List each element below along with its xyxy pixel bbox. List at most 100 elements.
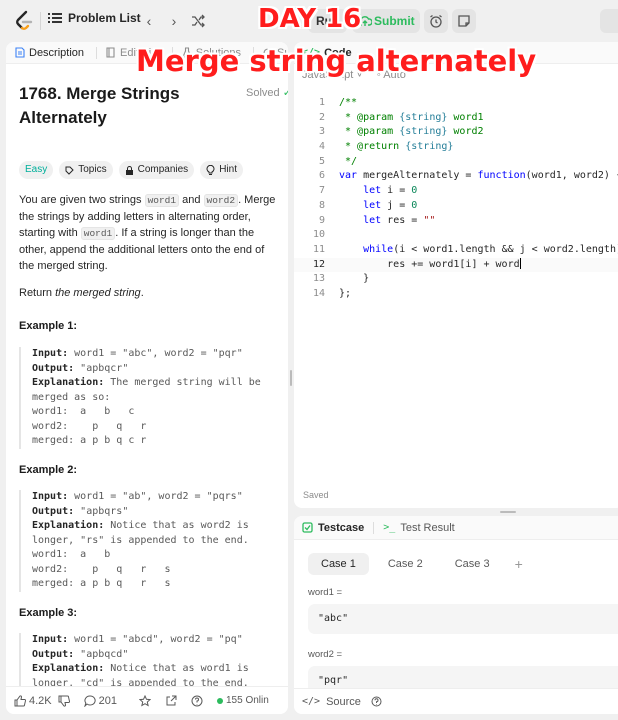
companies-tag[interactable]: Companies bbox=[118, 161, 195, 179]
note-icon bbox=[458, 15, 470, 27]
hint-label: Hint bbox=[219, 164, 237, 175]
code-text: res += word1[i] + word bbox=[339, 258, 521, 270]
description-paragraph: You are given two strings word1 and word… bbox=[19, 192, 281, 274]
shuffle-icon[interactable] bbox=[191, 14, 205, 28]
checkbox-icon bbox=[302, 522, 313, 533]
companies-label: Companies bbox=[137, 164, 189, 175]
submit-button[interactable]: Submit bbox=[352, 9, 420, 33]
code-editor[interactable]: 1 /** 2 * @param {string} word1 3 * @para… bbox=[294, 96, 618, 302]
testcase-footer: </> Source bbox=[294, 688, 618, 714]
output-label: Output: bbox=[32, 362, 75, 374]
tab-description-label: Description bbox=[29, 46, 85, 59]
line-number: 4 bbox=[318, 141, 325, 153]
example-block: Input: word1 = "ab", word2 = "pqrs" Outp… bbox=[19, 490, 281, 592]
thumbs-down-icon bbox=[58, 695, 70, 707]
nav-divider bbox=[40, 12, 41, 30]
description-content: 1768. Merge Strings Alternately Solved ✓… bbox=[6, 64, 288, 686]
desc-text: Return bbox=[19, 287, 56, 299]
solved-status: Solved ✓ bbox=[246, 86, 288, 99]
code-line: 2 * @param {string} word1 bbox=[294, 111, 618, 126]
testcase-panel: Testcase >_ Test Result Case 1 Case 2 Ca… bbox=[294, 516, 618, 714]
code-text: while(i < word1.length && j < word2.leng… bbox=[363, 243, 618, 255]
next-problem-icon[interactable]: › bbox=[167, 13, 181, 29]
favorite-button[interactable] bbox=[139, 694, 151, 707]
line-number: 6 bbox=[318, 170, 325, 182]
tab-test-result[interactable]: >_ Test Result bbox=[383, 522, 454, 534]
comments-button[interactable]: 201 bbox=[83, 694, 117, 707]
output-label: Output: bbox=[32, 505, 75, 517]
inline-code: word1 bbox=[80, 227, 116, 240]
case-tab[interactable]: Case 1 bbox=[308, 553, 369, 575]
comment-icon bbox=[83, 694, 96, 707]
code-text: } bbox=[339, 273, 370, 285]
problem-list-label: Problem List bbox=[68, 11, 141, 25]
thumbs-up-icon bbox=[14, 694, 26, 706]
code-text: * @param {string} word1 bbox=[339, 111, 484, 123]
tab-testcase-label: Testcase bbox=[318, 521, 365, 534]
lightbulb-icon bbox=[206, 165, 215, 175]
example-title: Example 1: bbox=[19, 320, 78, 332]
source-button[interactable]: Source bbox=[326, 696, 361, 708]
alarm-clock-icon bbox=[430, 14, 442, 28]
problem-list-button[interactable]: Problem List bbox=[48, 11, 141, 25]
tab-testcase[interactable]: Testcase bbox=[302, 522, 364, 534]
timer-button[interactable] bbox=[424, 9, 448, 33]
topics-label: Topics bbox=[78, 164, 107, 175]
line-number: 14 bbox=[312, 287, 325, 299]
code-line: 10 bbox=[294, 228, 618, 243]
code-brackets-icon: </> bbox=[302, 696, 321, 707]
dislike-button[interactable] bbox=[58, 695, 70, 707]
problem-description: You are given two strings word1 and word… bbox=[19, 192, 281, 312]
line-number: 7 bbox=[318, 185, 325, 197]
inline-code: word2 bbox=[203, 194, 239, 207]
like-button[interactable]: 4.2K bbox=[14, 695, 52, 707]
share-button[interactable] bbox=[165, 695, 177, 707]
online-indicator: 155 Onlin bbox=[217, 695, 269, 706]
hint-tag[interactable]: Hint bbox=[200, 161, 243, 179]
terminal-icon: >_ bbox=[383, 522, 396, 533]
explanation-label: Explanation: bbox=[32, 377, 105, 388]
help-circle-icon[interactable] bbox=[371, 696, 382, 707]
difficulty-badge[interactable]: Easy bbox=[19, 161, 54, 179]
explanation-label: Explanation: bbox=[32, 520, 105, 531]
panel-resize-handle[interactable] bbox=[500, 511, 516, 513]
feedback-button[interactable] bbox=[191, 695, 203, 707]
book-icon bbox=[106, 47, 115, 58]
tab-description[interactable]: Description bbox=[6, 46, 98, 59]
line-number: 13 bbox=[312, 273, 325, 285]
description-panel: Description Editorial Solutions Sub 1 bbox=[6, 42, 288, 714]
line-number: 10 bbox=[312, 229, 325, 241]
external-link-icon bbox=[166, 695, 177, 705]
code-line: 5 */ bbox=[294, 155, 618, 170]
avatar[interactable] bbox=[600, 9, 618, 33]
input-label: Input: bbox=[32, 348, 69, 359]
word1-label: word1 = bbox=[308, 587, 343, 598]
inline-code: word1 bbox=[144, 194, 180, 207]
panel-resize-handle[interactable] bbox=[290, 370, 292, 386]
line-number: 3 bbox=[318, 126, 325, 138]
case-tab[interactable]: Case 2 bbox=[375, 553, 436, 575]
input-label: Input: bbox=[32, 634, 69, 645]
code-text: let j = 0 bbox=[363, 199, 418, 211]
code-text: var mergeAlternately = function(word1, w… bbox=[339, 170, 618, 182]
case-tab[interactable]: Case 3 bbox=[442, 553, 503, 575]
topics-tag[interactable]: Topics bbox=[59, 161, 113, 179]
code-line: 14}; bbox=[294, 287, 618, 302]
line-number: 11 bbox=[312, 243, 325, 255]
code-line: 1 /** bbox=[294, 96, 618, 111]
output-value: "apbqrs" bbox=[74, 505, 129, 517]
title-overlay-text: Merge string alternately bbox=[136, 44, 537, 78]
add-case-icon[interactable]: + bbox=[515, 556, 523, 572]
prev-problem-icon[interactable]: ‹ bbox=[142, 13, 156, 29]
notes-button[interactable] bbox=[452, 9, 476, 33]
code-line-active: 12 res += word1[i] + word bbox=[294, 257, 618, 273]
code-line: 11 while(i < word1.length && j < word2.l… bbox=[294, 243, 618, 258]
line-number: 9 bbox=[318, 214, 325, 226]
code-text: * @param {string} word2 bbox=[339, 126, 484, 138]
submit-label: Submit bbox=[374, 14, 415, 28]
example-title: Example 3: bbox=[19, 607, 78, 619]
leetcode-logo[interactable] bbox=[14, 10, 34, 32]
word1-input[interactable]: "abc" bbox=[308, 604, 618, 634]
line-number: 2 bbox=[318, 111, 325, 123]
line-number: 5 bbox=[318, 155, 325, 167]
